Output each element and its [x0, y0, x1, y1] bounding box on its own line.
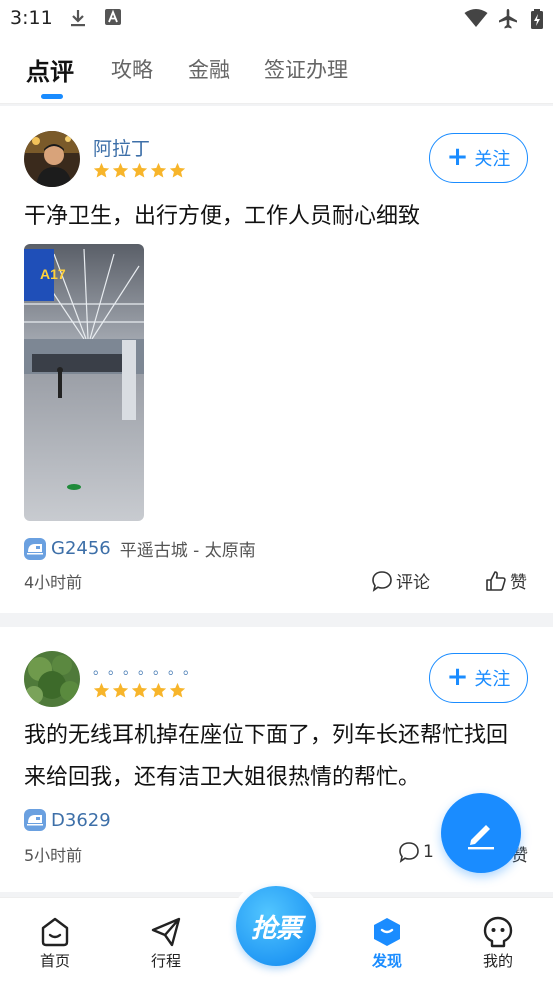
status-bar: 3:11 — [0, 0, 553, 38]
comment-icon — [372, 570, 392, 592]
nav-home-label: 首页 — [39, 952, 70, 970]
pencil-icon — [468, 825, 494, 850]
star-icon — [169, 162, 186, 178]
rating-stars — [93, 682, 186, 699]
tab-finance[interactable]: 金融 — [188, 54, 230, 84]
nav-discover-label: 发现 — [371, 952, 402, 970]
svg-text:A17: A17 — [40, 266, 66, 282]
tab-guides[interactable]: 攻略 — [111, 54, 153, 84]
nav-mine-label: 我的 — [482, 952, 513, 970]
font-app-icon — [104, 8, 122, 30]
review-text: 我的无线耳机掉在座位下面了，列车长还帮忙找回来给回我，还有洁卫大姐很热情的帮忙。 — [24, 723, 509, 790]
profile-face-icon — [463, 914, 533, 950]
comment-button[interactable]: 评论 — [371, 568, 430, 593]
star-icon — [93, 162, 110, 178]
bottom-nav: 首页 行程 抢票 发现 我的 — [0, 879, 553, 983]
star-icon — [169, 682, 186, 698]
train-number: D3629 — [51, 809, 111, 831]
active-tab-indicator — [41, 94, 63, 99]
username[interactable]: 。。。。。。。 — [93, 659, 205, 679]
train-info[interactable]: G2456 平遥古城 - 太原南 — [24, 536, 256, 561]
battery-charging-icon — [530, 8, 544, 34]
avatar[interactable] — [24, 131, 80, 187]
comment-icon — [399, 842, 419, 863]
like-button[interactable]: 赞 — [485, 568, 527, 593]
nav-mine[interactable]: 我的 — [463, 914, 533, 971]
write-review-button[interactable] — [441, 793, 521, 873]
star-icon — [131, 162, 148, 178]
grab-ticket-button[interactable]: 抢票 — [236, 886, 316, 966]
nav-trips[interactable]: 行程 — [131, 914, 201, 971]
nav-home[interactable]: 首页 — [20, 914, 90, 971]
nav-discover[interactable]: 发现 — [352, 914, 422, 971]
star-icon — [112, 162, 129, 178]
tab-visa[interactable]: 签证办理 — [264, 54, 348, 84]
post-time: 5小时前 — [24, 846, 83, 865]
nav-trips-label: 行程 — [150, 952, 181, 970]
post-time: 4小时前 — [24, 573, 83, 592]
follow-button[interactable]: + 关注 — [429, 133, 528, 183]
like-label: 赞 — [510, 573, 527, 593]
paper-plane-icon — [131, 914, 201, 950]
tab-reviews[interactable]: 点评 — [26, 52, 74, 87]
wifi-icon — [464, 8, 488, 32]
follow-label: 关注 — [474, 669, 511, 690]
rating-stars — [93, 162, 186, 179]
comment-count: 1 — [423, 842, 434, 862]
train-info[interactable]: D3629 — [24, 809, 111, 831]
comment-label: 评论 — [396, 573, 430, 593]
follow-button[interactable]: + 关注 — [429, 653, 528, 703]
home-icon — [20, 914, 90, 950]
username[interactable]: 阿拉丁 — [93, 134, 150, 161]
star-icon — [150, 682, 167, 698]
star-icon — [131, 682, 148, 698]
star-icon — [93, 682, 110, 698]
status-time: 3:11 — [10, 7, 53, 29]
plus-icon: + — [446, 661, 469, 692]
train-route: 平遥古城 - 太原南 — [119, 541, 256, 561]
thumbs-up-icon — [486, 570, 506, 591]
star-icon — [112, 682, 129, 698]
review-text: 干净卫生，出行方便，工作人员耐心细致 — [24, 204, 421, 229]
plus-icon: + — [446, 141, 469, 172]
follow-label: 关注 — [474, 149, 511, 170]
train-icon — [24, 809, 46, 831]
discover-icon — [352, 914, 422, 950]
review-card: 阿拉丁 + 关注 干净卫生，出行方便，工作人员耐心细致 A17 G2456 平遥… — [0, 106, 553, 613]
star-icon — [150, 162, 167, 178]
train-icon — [24, 537, 46, 560]
download-icon — [68, 8, 88, 32]
review-photo[interactable]: A17 — [24, 244, 144, 521]
comment-button[interactable]: 1 — [398, 841, 434, 863]
airplane-mode-icon — [497, 8, 519, 34]
train-number: G2456 — [51, 538, 111, 559]
avatar[interactable] — [24, 651, 80, 707]
top-tab-bar: 点评 攻略 金融 签证办理 — [0, 38, 553, 104]
